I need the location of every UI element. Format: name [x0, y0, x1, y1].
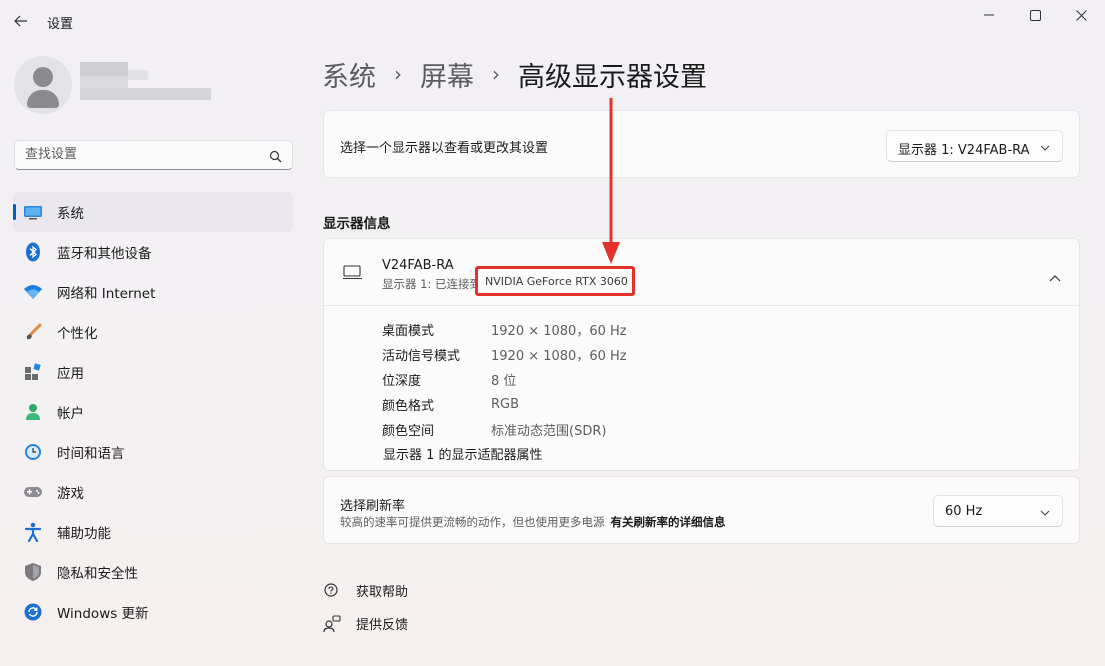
get-help-link[interactable]: 获取帮助: [322, 574, 408, 607]
display-info-rows: 桌面模式 1920 × 1080，60 Hz 活动信号模式 1920 × 1080，…: [382, 317, 627, 442]
sidebar-item-system[interactable]: 系统: [13, 192, 293, 232]
sidebar-item-gaming[interactable]: 游戏: [13, 472, 293, 512]
clock-globe-icon: [23, 442, 43, 462]
window-title: 设置: [47, 17, 74, 32]
minimize-icon: [984, 14, 994, 16]
info-key: 位深度: [382, 374, 422, 389]
info-value: RGB: [491, 397, 520, 412]
search-input[interactable]: [25, 147, 265, 162]
sidebar-item-network[interactable]: 网络和 Internet: [13, 272, 293, 312]
sidebar-item-windows-update[interactable]: Windows 更新: [13, 592, 293, 632]
sidebar-item-accounts[interactable]: 帐户: [13, 392, 293, 432]
title-bar: 设置: [0, 0, 1105, 42]
info-key: 颜色空间: [382, 424, 435, 439]
sidebar-item-apps[interactable]: 应用: [13, 352, 293, 392]
info-row: 位深度 8 位: [382, 367, 627, 392]
breadcrumb-display[interactable]: 屏幕: [420, 55, 474, 94]
shield-icon: [23, 562, 43, 582]
refresh-rate-card: 选择刷新率 较高的速率可提供更流畅的动作，但也使用更多电源 有关刷新率的详细信息 …: [323, 476, 1080, 544]
sidebar-item-personalization[interactable]: 个性化: [13, 312, 293, 352]
refresh-rate-desc-text: 较高的速率可提供更流畅的动作，但也使用更多电源: [340, 515, 605, 529]
info-key: 颜色格式: [382, 399, 435, 414]
maximize-icon: [1029, 9, 1041, 21]
wifi-icon: [23, 282, 43, 302]
monitor-name: V24FAB-RA: [382, 258, 454, 273]
sidebar-item-privacy[interactable]: 隐私和安全性: [13, 552, 293, 592]
gpu-name: NVIDIA GeForce RTX 3060: [485, 275, 628, 288]
select-display-label: 选择一个显示器以查看或更改其设置: [340, 141, 549, 156]
search-box[interactable]: [14, 140, 293, 170]
chevron-right-icon: ›: [492, 62, 500, 86]
section-title: 显示器信息: [323, 216, 391, 232]
system-icon: [23, 202, 43, 222]
feedback-label: 提供反馈: [356, 618, 409, 633]
gpu-highlight-box: NVIDIA GeForce RTX 3060: [475, 266, 635, 296]
info-key: 桌面模式: [382, 324, 435, 339]
feedback-icon: [322, 614, 342, 633]
minimize-button[interactable]: [966, 0, 1012, 30]
display-info-card: V24FAB-RA 显示器 1: 已连接到 NVIDIA GeForce RTX…: [323, 238, 1080, 471]
maximize-button[interactable]: [1012, 0, 1058, 30]
update-icon: [23, 602, 43, 622]
select-display-card: 选择一个显示器以查看或更改其设置 显示器 1: V24FAB-RA: [323, 110, 1080, 178]
breadcrumb-system[interactable]: 系统: [322, 55, 376, 94]
apps-icon: [23, 362, 43, 382]
info-row: 颜色空间 标准动态范围(SDR): [382, 417, 627, 442]
user-info-blurred: [80, 62, 211, 102]
bluetooth-icon: [23, 242, 43, 262]
refresh-rate-info-link[interactable]: 有关刷新率的详细信息: [611, 515, 726, 529]
search-icon[interactable]: [269, 148, 282, 167]
avatar-head: [33, 67, 53, 87]
info-row: 颜色格式 RGB: [382, 392, 627, 417]
info-value: 1920 × 1080，60 Hz: [491, 324, 627, 339]
sidebar-item-accessibility[interactable]: 辅助功能: [13, 512, 293, 552]
display-info-header[interactable]: V24FAB-RA 显示器 1: 已连接到 NVIDIA GeForce RTX…: [324, 239, 1079, 306]
account-icon: [23, 402, 43, 422]
info-value: 8 位: [491, 374, 517, 389]
page-title: 高级显示器设置: [518, 61, 707, 93]
display-select-value: 显示器 1: V24FAB-RA: [898, 143, 1030, 158]
get-help-label: 获取帮助: [356, 585, 409, 600]
info-row: 桌面模式 1920 × 1080，60 Hz: [382, 317, 627, 342]
sidebar-item-bluetooth[interactable]: 蓝牙和其他设备: [13, 232, 293, 272]
refresh-rate-dropdown[interactable]: 60 Hz: [933, 495, 1063, 527]
refresh-rate-title: 选择刷新率: [340, 499, 406, 514]
avatar-body: [27, 90, 59, 108]
refresh-rate-value: 60 Hz: [945, 504, 983, 519]
annotation-arrow: [602, 98, 620, 264]
arrow-left-icon: [14, 15, 27, 27]
gamepad-icon: [23, 482, 43, 502]
help-icon: [322, 582, 342, 600]
sidebar-nav: 系统 蓝牙和其他设备 网络和 Internet 个性化 应用 帐户 时间和语言 …: [13, 192, 293, 632]
refresh-rate-description: 较高的速率可提供更流畅的动作，但也使用更多电源 有关刷新率的详细信息: [340, 514, 726, 530]
close-icon: [1075, 9, 1087, 21]
brush-icon: [23, 322, 43, 342]
adapter-properties-link[interactable]: 显示器 1 的显示适配器属性: [383, 444, 543, 463]
chevron-up-icon[interactable]: [1049, 267, 1061, 286]
chevron-down-icon: [1040, 506, 1050, 521]
back-button[interactable]: [8, 8, 34, 34]
accessibility-icon: [23, 522, 43, 542]
monitor-connection-text: 显示器 1: 已连接到: [382, 277, 482, 291]
breadcrumb: 系统 › 屏幕 › 高级显示器设置: [322, 55, 707, 94]
display-select-dropdown[interactable]: 显示器 1: V24FAB-RA: [886, 130, 1063, 162]
help-links: 获取帮助 提供反馈: [322, 574, 408, 640]
close-button[interactable]: [1058, 0, 1104, 30]
avatar[interactable]: [14, 56, 72, 114]
chevron-down-icon: [1040, 141, 1050, 156]
feedback-link[interactable]: 提供反馈: [322, 607, 408, 640]
info-value: 1920 × 1080，60 Hz: [491, 349, 627, 364]
info-row: 活动信号模式 1920 × 1080，60 Hz: [382, 342, 627, 367]
sidebar-item-time-language[interactable]: 时间和语言: [13, 432, 293, 472]
monitor-icon: [343, 265, 363, 285]
info-value: 标准动态范围(SDR): [491, 424, 607, 439]
chevron-right-icon: ›: [394, 62, 402, 86]
info-key: 活动信号模式: [382, 349, 461, 364]
